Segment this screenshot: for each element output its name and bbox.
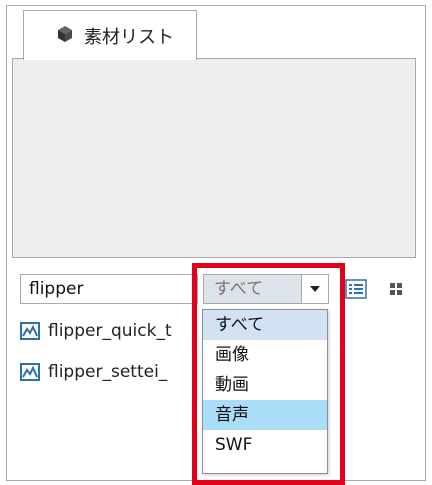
filter-dropdown-menu: すべて 画像 動画 音声 SWF — [202, 309, 328, 474]
dropdown-option-all[interactable]: すべて — [203, 310, 327, 340]
tab-label: 素材リスト — [84, 26, 174, 48]
dropdown-option-video[interactable]: 動画 — [203, 370, 327, 400]
file-name: flipper_settei_ — [48, 362, 168, 382]
grid-view-icon[interactable] — [388, 281, 404, 297]
dropdown-option-audio[interactable]: 音声 — [203, 400, 327, 430]
image-icon — [20, 363, 40, 381]
file-name: flipper_quick_t — [48, 321, 172, 341]
list-item[interactable]: flipper_quick_t — [20, 318, 200, 344]
image-icon — [20, 322, 40, 340]
cube-icon — [56, 25, 74, 47]
dropdown-option-image[interactable]: 画像 — [203, 340, 327, 370]
list-item[interactable]: flipper_settei_ — [20, 359, 200, 385]
search-input[interactable] — [20, 274, 198, 304]
preview-area — [12, 58, 416, 258]
filter-select-value: すべて — [214, 279, 264, 299]
dropdown-option-swf[interactable]: SWF — [203, 430, 327, 460]
file-list: flipper_quick_t flipper_settei_ — [20, 318, 200, 400]
chevron-down-icon[interactable] — [301, 275, 328, 303]
list-view-icon[interactable] — [343, 277, 369, 301]
filter-select[interactable]: すべて — [203, 274, 329, 304]
tab-material-list[interactable]: 素材リスト — [23, 10, 197, 60]
